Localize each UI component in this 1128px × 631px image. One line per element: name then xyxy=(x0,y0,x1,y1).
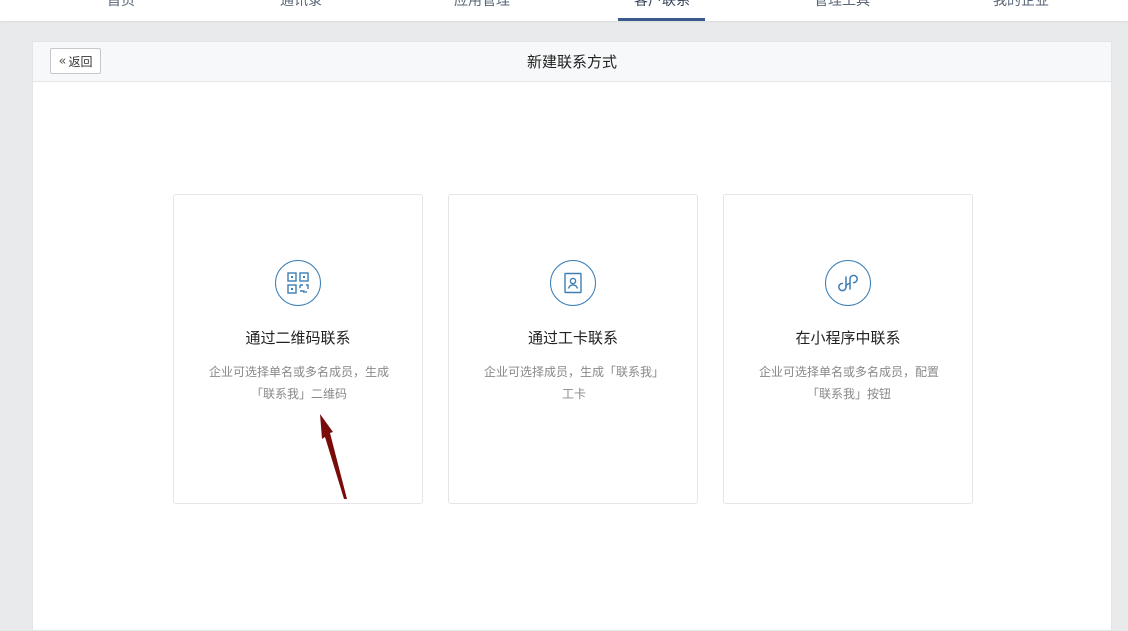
top-nav: 首页 通讯录 应用管理 客户联系 管理工具 我的企业 xyxy=(0,0,1128,21)
qr-code-icon xyxy=(275,260,321,306)
back-button[interactable]: « 返回 xyxy=(50,48,101,74)
card-title: 通过二维码联系 xyxy=(245,329,351,347)
card-description-line: 「联系我」按钮 xyxy=(806,387,891,401)
panel-header: 新建联系方式 « 返回 xyxy=(33,42,1111,82)
id-card-icon xyxy=(550,260,596,306)
card-description: 企业可选择单名或多名成员，生成 「联系我」二维码 xyxy=(199,361,399,405)
nav-item-app-management[interactable]: 应用管理 xyxy=(453,0,511,21)
mini-program-icon xyxy=(825,260,871,306)
double-chevron-left-icon: « xyxy=(58,53,67,69)
card-description-line: 「联系我」二维码 xyxy=(250,387,347,401)
card-description-line: 企业可选择成员，生成「联系我」 xyxy=(483,365,664,379)
card-description: 企业可选择成员，生成「联系我」 工卡 xyxy=(474,361,674,405)
nav-active-indicator xyxy=(618,18,705,21)
nav-item-home[interactable]: 首页 xyxy=(106,0,136,21)
card-work-badge-contact[interactable]: 通过工卡联系 企业可选择成员，生成「联系我」 工卡 xyxy=(448,194,698,504)
main-panel: 新建联系方式 « 返回 通过二维码联系 企业可选择单名或多名成员，生成 「联系我… xyxy=(32,41,1112,631)
nav-item-my-enterprise[interactable]: 我的企业 xyxy=(992,0,1050,21)
card-qr-code-contact[interactable]: 通过二维码联系 企业可选择单名或多名成员，生成 「联系我」二维码 xyxy=(173,194,423,504)
card-description: 企业可选择单名或多名成员，配置 「联系我」按钮 xyxy=(749,361,949,405)
card-description-line: 企业可选择单名或多名成员，配置 xyxy=(758,365,939,379)
card-title: 在小程序中联系 xyxy=(795,329,901,347)
back-button-label: 返回 xyxy=(68,54,93,69)
card-description-line: 工卡 xyxy=(561,387,586,401)
page-title: 新建联系方式 xyxy=(526,53,617,71)
card-description-line: 企业可选择单名或多名成员，生成 xyxy=(208,365,389,379)
nav-item-management-tools[interactable]: 管理工具 xyxy=(813,0,871,21)
nav-item-contacts[interactable]: 通讯录 xyxy=(279,0,323,21)
card-title: 通过工卡联系 xyxy=(527,329,618,347)
card-mini-program-contact[interactable]: 在小程序中联系 企业可选择单名或多名成员，配置 「联系我」按钮 xyxy=(723,194,973,504)
